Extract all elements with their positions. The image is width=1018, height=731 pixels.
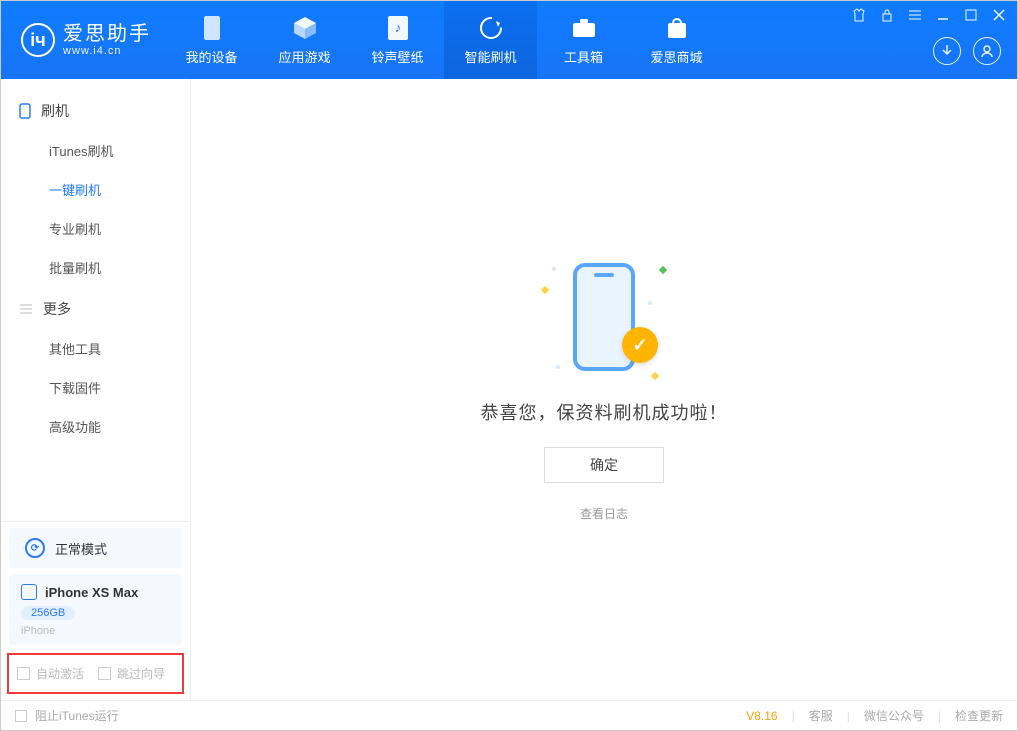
nav-label: 我的设备 (185, 47, 237, 66)
option-skip-wizard[interactable]: 跳过向导 (98, 665, 165, 682)
checkbox-icon[interactable] (17, 667, 30, 680)
dot-icon (552, 267, 556, 271)
nav-store[interactable]: 爱思商城 (630, 1, 723, 79)
phone-outline-icon (19, 103, 31, 119)
spark-icon (651, 372, 659, 380)
sidebar-item-oneclick-flash[interactable]: 一键刷机 (1, 170, 190, 209)
sidebar-group-title: 更多 (43, 299, 71, 319)
ok-button[interactable]: 确定 (544, 447, 664, 483)
nav-smart-flash[interactable]: 智能刷机 (444, 1, 537, 79)
shirt-icon[interactable] (851, 7, 867, 23)
svg-text:♪: ♪ (394, 20, 401, 35)
app-body: 刷机 iTunes刷机 一键刷机 专业刷机 批量刷机 更多 其他工具 下载固件 … (1, 79, 1017, 700)
footer-link-update[interactable]: 检查更新 (955, 707, 1003, 724)
music-file-icon: ♪ (385, 15, 411, 41)
device-name: iPhone XS Max (45, 585, 138, 600)
device-panel: ⟳ 正常模式 iPhone XS Max 256GB iPhone 自动激活 跳… (1, 521, 190, 700)
device-icon (199, 15, 225, 41)
nav-apps-games[interactable]: 应用游戏 (258, 1, 351, 79)
bag-icon (664, 15, 690, 41)
sidebar-item-advanced[interactable]: 高级功能 (1, 407, 190, 446)
nav-label: 应用游戏 (278, 47, 330, 66)
sidebar-item-pro-flash[interactable]: 专业刷机 (1, 209, 190, 248)
minimize-icon[interactable] (935, 7, 951, 23)
checkbox-icon[interactable] (98, 667, 111, 680)
separator: | (847, 709, 850, 723)
list-icon (19, 303, 33, 315)
dot-icon (648, 301, 652, 305)
sidebar-group-flash: 刷机 (1, 89, 190, 131)
download-button[interactable] (933, 37, 961, 65)
app-logo: iч 爱思助手 www.i4.cn (1, 1, 165, 79)
sidebar-item-itunes-flash[interactable]: iTunes刷机 (1, 131, 190, 170)
status-bar: 阻止iTunes运行 V8.16 | 客服 | 微信公众号 | 检查更新 (1, 700, 1017, 730)
separator: | (792, 709, 795, 723)
view-log-link[interactable]: 查看日志 (580, 505, 628, 522)
refresh-shield-icon (478, 15, 504, 41)
sidebar-group-more: 更多 (1, 287, 190, 329)
top-nav: 我的设备 应用游戏 ♪ 铃声壁纸 智能刷机 工具箱 爱思商城 (165, 1, 723, 79)
option-auto-activate[interactable]: 自动激活 (17, 665, 84, 682)
option-label: 跳过向导 (117, 665, 165, 682)
options-highlighted-row: 自动激活 跳过向导 (7, 653, 184, 694)
device-type: iPhone (21, 625, 170, 637)
spark-icon (541, 286, 549, 294)
nav-ringtone-wallpaper[interactable]: ♪ 铃声壁纸 (351, 1, 444, 79)
success-illustration: ✓ (544, 257, 664, 377)
account-button[interactable] (973, 37, 1001, 65)
logo-icon: iч (21, 23, 55, 57)
version-label: V8.16 (746, 709, 777, 723)
sidebar: 刷机 iTunes刷机 一键刷机 专业刷机 批量刷机 更多 其他工具 下载固件 … (1, 79, 191, 700)
phone-icon (21, 584, 37, 600)
mode-icon: ⟳ (25, 538, 45, 558)
app-header: iч 爱思助手 www.i4.cn 我的设备 应用游戏 ♪ 铃声壁纸 智能刷机 … (1, 1, 1017, 79)
spark-icon (659, 266, 667, 274)
device-card[interactable]: iPhone XS Max 256GB iPhone (9, 574, 182, 645)
sidebar-item-download-firmware[interactable]: 下载固件 (1, 368, 190, 407)
footer-link-support[interactable]: 客服 (809, 707, 833, 724)
checkbox-icon[interactable] (15, 710, 27, 722)
nav-label: 铃声壁纸 (371, 47, 423, 66)
main-content: ✓ 恭喜您，保资料刷机成功啦！ 确定 查看日志 (191, 79, 1017, 700)
app-title: 爱思助手 (63, 23, 151, 45)
nav-my-device[interactable]: 我的设备 (165, 1, 258, 79)
checkmark-badge-icon: ✓ (622, 327, 658, 363)
menu-icon[interactable] (907, 7, 923, 23)
sidebar-item-other-tools[interactable]: 其他工具 (1, 329, 190, 368)
nav-label: 工具箱 (564, 47, 603, 66)
lock-icon[interactable] (879, 7, 895, 23)
nav-label: 智能刷机 (464, 47, 516, 66)
success-message: 恭喜您，保资料刷机成功啦！ (481, 399, 728, 425)
sidebar-item-batch-flash[interactable]: 批量刷机 (1, 248, 190, 287)
window-controls (851, 7, 1007, 23)
dot-icon (556, 365, 560, 369)
separator: | (938, 709, 941, 723)
option-label: 自动激活 (36, 665, 84, 682)
maximize-icon[interactable] (963, 7, 979, 23)
sidebar-group-title: 刷机 (41, 101, 69, 121)
nav-toolbox[interactable]: 工具箱 (537, 1, 630, 79)
block-itunes-label[interactable]: 阻止iTunes运行 (35, 707, 119, 724)
app-subtitle: www.i4.cn (63, 45, 151, 57)
briefcase-icon (571, 15, 597, 41)
close-icon[interactable] (991, 7, 1007, 23)
device-mode-row[interactable]: ⟳ 正常模式 (9, 528, 182, 568)
device-mode-label: 正常模式 (55, 539, 107, 558)
footer-link-wechat[interactable]: 微信公众号 (864, 707, 924, 724)
cube-icon (292, 15, 318, 41)
header-right-actions (933, 37, 1001, 65)
device-capacity: 256GB (21, 606, 75, 620)
nav-label: 爱思商城 (650, 47, 702, 66)
